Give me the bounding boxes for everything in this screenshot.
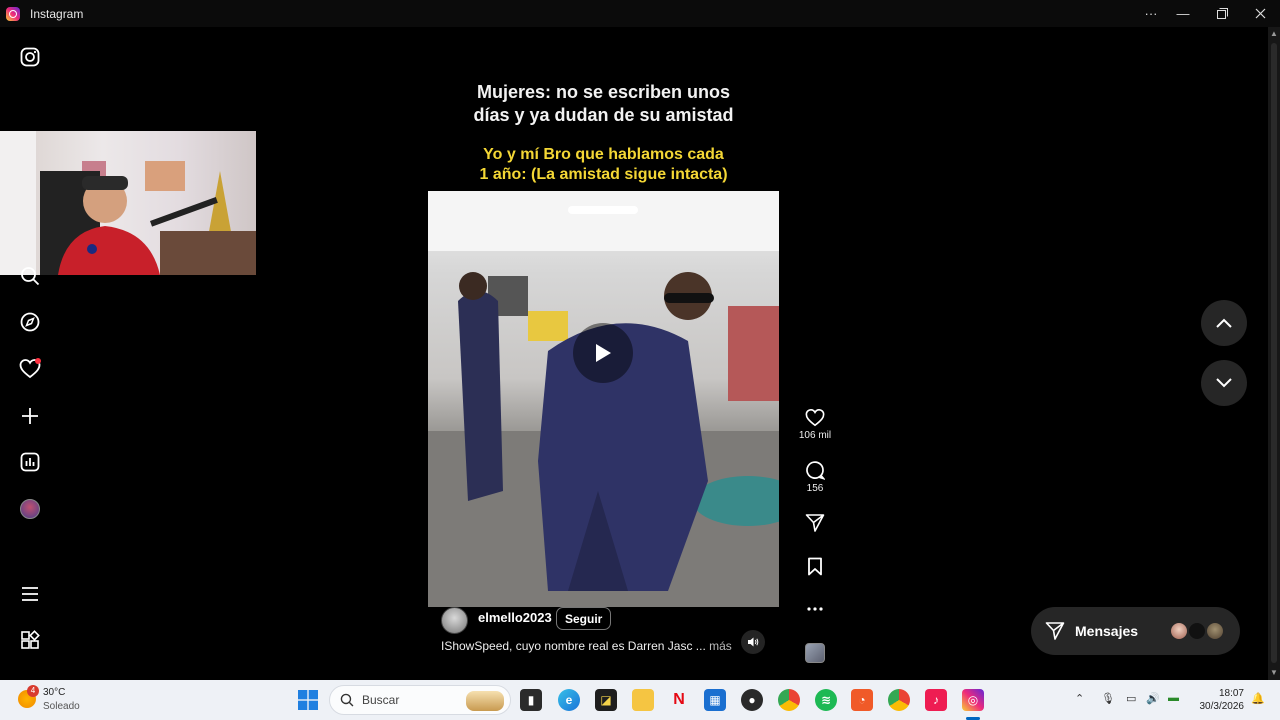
- apps-icon[interactable]: [18, 628, 42, 652]
- more-link[interactable]: más: [709, 639, 732, 653]
- instagram-app-icon: [6, 6, 20, 21]
- chevron-up-icon[interactable]: ⌃: [1075, 692, 1084, 705]
- microphone-icon[interactable]: 🎙: [1101, 692, 1115, 705]
- reel-description[interactable]: IShowSpeed, cuyo nombre real es Darren J…: [441, 639, 732, 653]
- app-main: Mujeres: no se escriben unos días y ya d…: [0, 27, 1268, 680]
- weather-widget[interactable]: 4 30°C Soleado: [0, 680, 110, 720]
- more-icon: [807, 607, 823, 611]
- webcam-image: [0, 131, 256, 275]
- weather-desc: Soleado: [43, 701, 80, 712]
- instagram-icon[interactable]: [18, 45, 42, 69]
- message-avatar: [1187, 621, 1207, 641]
- weather-temp: 30°C: [43, 687, 66, 698]
- audio-action[interactable]: [797, 642, 833, 664]
- previous-reel-button[interactable]: [1201, 300, 1247, 346]
- follow-button[interactable]: Seguir: [556, 607, 612, 630]
- window-titlebar: Instagram ··· —: [0, 0, 1280, 27]
- webcam-overlay: [0, 131, 256, 275]
- volume-icon[interactable]: 🔊: [1146, 692, 1160, 705]
- page-scrollbar[interactable]: ▲ ▼: [1268, 27, 1280, 680]
- tiktok-icon[interactable]: ♪: [925, 689, 947, 711]
- clock-date: 30/3/2026: [1199, 701, 1245, 712]
- sticky-app-icon[interactable]: ◪: [595, 689, 617, 711]
- reel-video[interactable]: [428, 191, 779, 607]
- chevron-up-icon: [1216, 318, 1232, 328]
- start-button[interactable]: [297, 689, 319, 711]
- scroll-up-arrow[interactable]: ▲: [1270, 29, 1278, 38]
- message-avatar: [1169, 621, 1189, 641]
- volume-button[interactable]: [741, 630, 765, 654]
- clock-time: 18:07: [1218, 688, 1244, 699]
- reel-container[interactable]: Mujeres: no se escriben unos días y ya d…: [428, 41, 779, 665]
- netflix-icon[interactable]: N: [668, 689, 690, 711]
- spotify-icon[interactable]: ≋: [815, 689, 837, 711]
- chevron-down-icon: [1216, 378, 1232, 388]
- more-action[interactable]: [797, 598, 833, 620]
- send-icon: [805, 514, 825, 532]
- save-action[interactable]: [797, 555, 833, 577]
- next-reel-button[interactable]: [1201, 360, 1247, 406]
- system-clock[interactable]: 18:07 30/3/2026: [1200, 687, 1245, 713]
- profile-avatar[interactable]: [18, 497, 42, 521]
- insights-icon[interactable]: [18, 450, 42, 474]
- scroll-down-arrow[interactable]: ▼: [1270, 668, 1278, 677]
- chrome-profile-icon[interactable]: [888, 689, 910, 711]
- file-explorer-icon[interactable]: [632, 689, 654, 711]
- caption-white-text: Mujeres: no se escriben unos días y ya d…: [473, 82, 734, 125]
- video-frame: [428, 191, 779, 607]
- restore-button[interactable]: [1203, 0, 1241, 27]
- search-placeholder: Buscar: [362, 693, 400, 707]
- caption-yellow-text: Yo y mí Bro que hablamos cada 1 año: (La…: [479, 146, 728, 183]
- messages-label: Mensajes: [1075, 623, 1139, 639]
- reel-caption-area: Mujeres: no se escriben unos días y ya d…: [428, 41, 779, 191]
- send-icon: [1045, 622, 1065, 640]
- taskbar-search[interactable]: Buscar: [329, 685, 511, 715]
- author-avatar[interactable]: [441, 607, 468, 634]
- minimize-button[interactable]: —: [1164, 0, 1202, 27]
- search-highlight-image: [466, 691, 504, 711]
- like-action[interactable]: 106 mil: [797, 406, 833, 441]
- obs-icon[interactable]: ●: [741, 689, 763, 711]
- chrome-icon[interactable]: [778, 689, 800, 711]
- heart-icon: [805, 408, 825, 426]
- network-icon[interactable]: ▭: [1126, 692, 1136, 705]
- volume-icon: [748, 637, 759, 647]
- scrollbar-thumb[interactable]: [1271, 43, 1277, 663]
- windows-icon: [298, 690, 318, 710]
- comment-action[interactable]: 156: [797, 459, 833, 494]
- bookmark-icon: [808, 557, 822, 575]
- audio-thumbnail: [805, 643, 825, 663]
- weather-badge: 4: [27, 685, 39, 697]
- battery-icon[interactable]: ▬: [1168, 692, 1179, 704]
- play-icon: [596, 344, 611, 362]
- messages-button[interactable]: Mensajes: [1031, 607, 1240, 655]
- notifications-heart-icon[interactable]: [18, 357, 42, 381]
- author-name[interactable]: elmello2023: [478, 610, 552, 625]
- menu-icon[interactable]: [18, 582, 42, 606]
- description-text: IShowSpeed, cuyo nombre real es Darren J…: [441, 639, 706, 653]
- reel-bottom-bar: elmello2023 Seguir IShowSpeed, cuyo nomb…: [428, 607, 779, 665]
- search-icon[interactable]: [18, 264, 42, 288]
- search-icon: [340, 693, 354, 707]
- message-avatar: [1205, 621, 1225, 641]
- microsoft-store-icon[interactable]: ▦: [704, 689, 726, 711]
- window-title: Instagram: [30, 6, 84, 21]
- windows-taskbar: 4 30°C Soleado Buscar ▮ e ◪ N ▦ ● ≋ ◔ ♪ …: [0, 680, 1280, 720]
- share-action[interactable]: [797, 512, 833, 534]
- comment-count: 156: [806, 483, 824, 494]
- task-view-icon[interactable]: ▮: [520, 689, 542, 711]
- crunchyroll-icon[interactable]: ◔: [851, 689, 873, 711]
- comment-icon: [806, 461, 825, 480]
- create-plus-icon[interactable]: [18, 404, 42, 428]
- like-count: 106 mil: [798, 430, 832, 441]
- instagram-taskbar-icon[interactable]: ◎: [962, 689, 984, 711]
- play-button[interactable]: [573, 323, 633, 383]
- notifications-icon[interactable]: 🔔: [1251, 692, 1265, 705]
- explore-icon[interactable]: [18, 310, 42, 334]
- edge-icon[interactable]: e: [558, 689, 580, 711]
- close-button[interactable]: [1241, 0, 1279, 27]
